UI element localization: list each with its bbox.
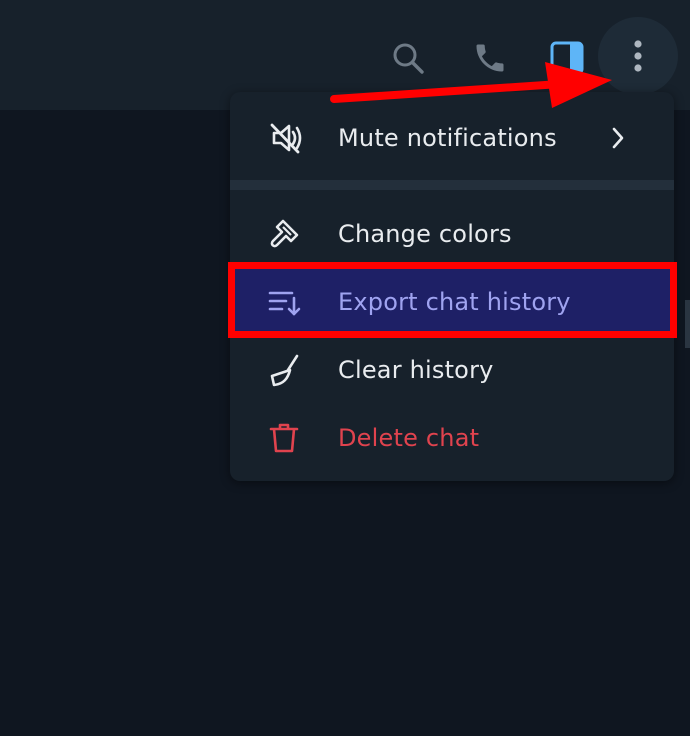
annotation-arrow — [330, 62, 612, 108]
